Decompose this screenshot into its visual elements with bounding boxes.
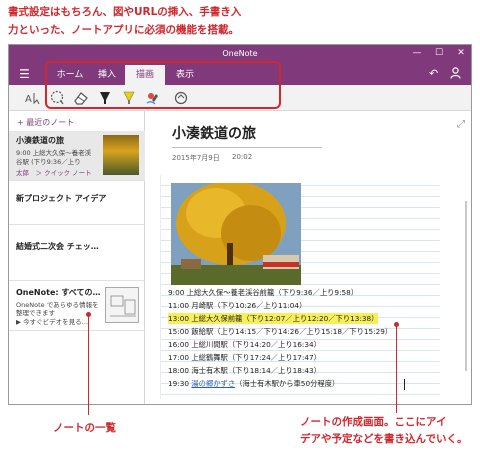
list-item[interactable]: 結婚式二次会 チェッ… [9,225,145,281]
callout-line-canvas [396,325,397,413]
caption-top-line1: 書式設定はもちろん、図やURLの挿入、手書き入 [8,6,242,18]
schedule-line[interactable]: 16:00 上総川間駅（下り14:20／上り16:34） [168,339,321,350]
schedule-time: 19:30 [168,379,192,388]
caption-note-canvas: ノートの作成画面。ここにアイ デアや予定などを書き込んでいく。 [300,414,476,448]
list-item[interactable]: 新プロジェクト アイデア [9,181,145,225]
maximize-button[interactable]: ☐ [433,47,445,59]
note-preview: ▶ 今すぐビデオを見る… [16,318,89,326]
close-button[interactable]: ✕ [455,47,467,59]
caption-top: 書式設定はもちろん、図やURLの挿入、手書き入 力といった、ノートアプリに必須の… [8,3,308,39]
text-cursor [404,379,405,390]
vertical-scrollbar[interactable] [465,201,467,371]
note-title: 新プロジェクト アイデア [16,194,107,203]
note-canvas[interactable]: 小湊鉄道の旅 2015年7月9日 20:02 ⤢ 9:00 上総大久保〜養老渓谷… [146,111,471,404]
title-underline [172,147,322,148]
window-title: OneNote [222,49,258,58]
schedule-line[interactable]: 17:00 上総鶴舞駅（下り17:24／上り17:47） [168,352,321,363]
svg-text:A: A [25,94,32,105]
callout-dot-list [86,312,91,317]
note-meta: 太郎 ＞ クイック ノート [16,169,92,177]
caption-notes-list: ノートの一覧 [53,422,116,434]
callout-dot-canvas [394,322,399,327]
expand-icon[interactable]: ⤢ [457,119,465,130]
account-icon[interactable] [450,67,461,82]
onenote-window: OneNote — ☐ ✕ ☰ ホーム 挿入 描画 表示 ↶ A + 最近のノー… [8,44,472,405]
note-preview: 谷駅 (下り9:36／上り [16,158,81,166]
note-title: 結婚式二次会 チェッ… [16,242,99,251]
list-item[interactable]: OneNote: すべての… OneNote であらゆる情報を 整理できます ▶… [9,281,145,331]
schedule-line[interactable]: 15:00 飯給駅（上り14:15／下り14:26／上り15:18／下り15:2… [168,326,392,337]
note-photo[interactable] [171,183,301,285]
page-date: 2015年7月9日 [172,154,220,162]
location-link[interactable]: 湯の郷かずさ [191,379,235,388]
caption-top-line2: 力といった、ノートアプリに必須の機能を搭載。 [8,24,239,36]
caption-canvas-line2: デアや予定などを書き込んでいく。 [300,433,468,445]
select-icon[interactable]: A [23,88,43,108]
page-time: 20:02 [232,153,253,161]
schedule-line[interactable]: 11:00 月崎駅（下り10:26／上り11:04） [168,300,306,311]
note-thumbnail [105,287,139,323]
page-title[interactable]: 小湊鉄道の旅 [172,123,256,143]
callout-line-list [88,315,89,415]
emphasis-box [45,61,281,109]
schedule-line[interactable]: 19:30 湯の郷かずさ（海士有木駅から車50分程度） [168,378,339,389]
notes-list: + 最近のノート 小湊鉄道の旅 9:00 上総大久保〜養老渓 谷駅 (下り9:3… [9,111,145,404]
caption-canvas-line1: ノートの作成画面。ここにアイ [300,416,447,428]
add-page-button[interactable]: + 最近のノート [17,117,74,128]
schedule-note: （海士有木駅から車50分程度） [235,379,340,388]
undo-icon[interactable]: ↶ [429,67,438,80]
schedule-line-highlighted[interactable]: 13:00 上総大久保前籠（下り12:07／上り12:20／下り13:38） [168,313,379,324]
note-thumbnail [103,135,139,175]
minimize-button[interactable]: — [411,47,423,59]
schedule-line[interactable]: 9:00 上総大久保〜養老渓谷前籠（下り9:36／上り9:58） [168,287,358,298]
list-item[interactable]: 小湊鉄道の旅 9:00 上総大久保〜養老渓 谷駅 (下り9:36／上り 太郎 ＞… [9,131,145,181]
hamburger-menu-icon[interactable]: ☰ [19,67,30,81]
note-title: OneNote: すべての… [16,288,101,297]
note-title: 小湊鉄道の旅 [16,136,64,145]
schedule-line[interactable]: 18:00 海士有木駅（下り18:14／上り18:43） [168,365,321,376]
